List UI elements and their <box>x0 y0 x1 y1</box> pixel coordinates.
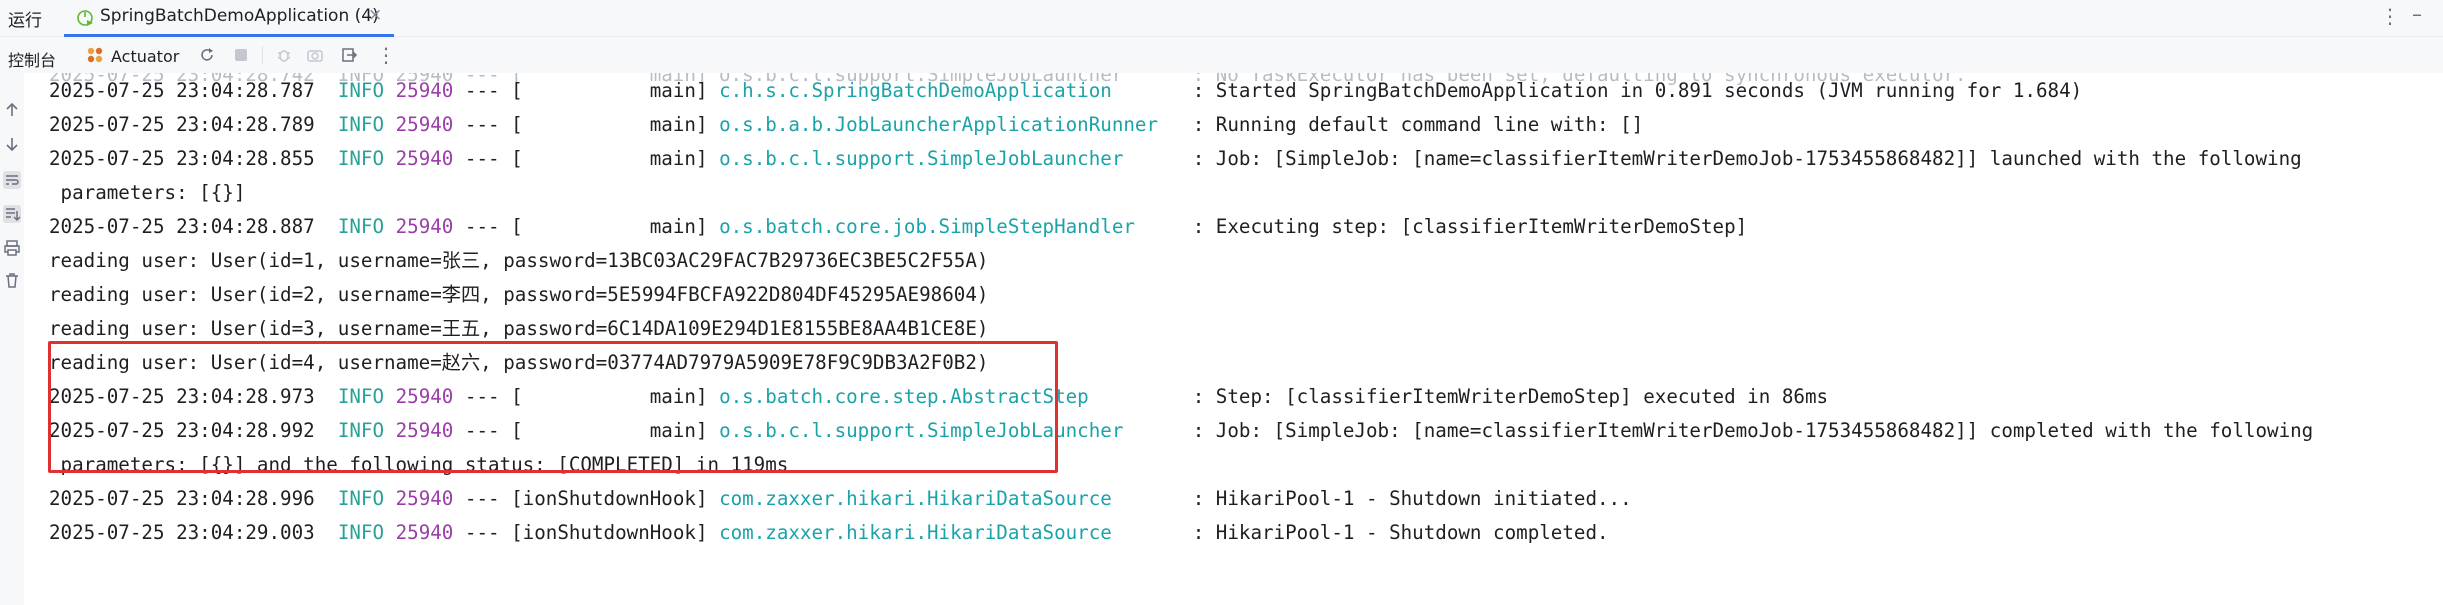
log-level: INFO <box>337 79 385 102</box>
console-line: parameters: [{}] <box>49 176 246 210</box>
console-line: 2025-07-25 23:04:28.789 INFO 25940 --- [… <box>49 108 1643 142</box>
run-toolbar: 控制台 Actuator ⋮ <box>0 37 2443 73</box>
log-logger[interactable]: com.zaxxer.hikari.HikariDataSource <box>719 521 1181 544</box>
log-text: reading user: User(id=1, username=张三, pa… <box>49 249 989 272</box>
log-timestamp: 2025-07-25 23:04:28.787 <box>49 79 315 102</box>
log-text: reading user: User(id=3, username=王五, pa… <box>49 317 989 340</box>
log-message: : HikariPool-1 - Shutdown completed. <box>1181 521 1609 544</box>
log-level: INFO <box>337 521 385 544</box>
scroll-to-end-icon[interactable] <box>3 205 21 223</box>
console-line: reading user: User(id=1, username=张三, pa… <box>49 244 988 278</box>
camera-icon[interactable] <box>306 46 324 64</box>
console-line: 2025-07-25 23:04:28.787 INFO 25940 --- [… <box>49 74 2082 108</box>
exit-icon[interactable] <box>340 46 358 64</box>
debug-icon[interactable] <box>275 46 293 64</box>
log-timestamp: 2025-07-25 23:04:28.887 <box>49 215 315 238</box>
console-line: reading user: User(id=2, username=李四, pa… <box>49 278 988 312</box>
log-pid: 25940 <box>395 487 454 510</box>
arrow-down-icon[interactable] <box>3 135 21 153</box>
log-thread: --- [ main] <box>453 215 720 238</box>
more-options-icon[interactable]: ⋮ <box>2380 4 2400 28</box>
log-logger[interactable]: o.s.b.c.l.support.SimpleJobLauncher <box>719 147 1181 170</box>
log-thread: --- [ionShutdownHook] <box>453 521 720 544</box>
log-text: reading user: User(id=2, username=李四, pa… <box>49 283 989 306</box>
stop-icon[interactable] <box>232 46 250 64</box>
log-level: INFO <box>337 113 385 136</box>
log-level: INFO <box>337 215 385 238</box>
close-icon[interactable]: × <box>368 5 382 25</box>
tab-label: SpringBatchDemoApplication (4) <box>100 6 379 26</box>
log-timestamp: 2025-07-25 23:04:28.855 <box>49 147 315 170</box>
log-timestamp: 2025-07-25 23:04:29.003 <box>49 521 315 544</box>
console-line: 2025-07-25 23:04:28.855 INFO 25940 --- [… <box>49 142 2302 176</box>
console-output[interactable]: 2025-07-25 23:04:28.742 INFO 25940 --- [… <box>24 73 2443 605</box>
spring-boot-run-icon <box>77 10 93 26</box>
tab-spring-batch-demo[interactable]: SpringBatchDemoApplication (4) × <box>64 0 394 37</box>
log-timestamp: 2025-07-25 23:04:28.789 <box>49 113 315 136</box>
more-options-icon[interactable]: ⋮ <box>376 43 396 67</box>
log-text: parameters: [{}] <box>49 181 246 204</box>
log-pid: 25940 <box>395 79 454 102</box>
log-message: : Step: [classifierItemWriterDemoStep] e… <box>1181 385 1829 408</box>
log-message: : HikariPool-1 - Shutdown initiated... <box>1181 487 1632 510</box>
tab-console[interactable]: 控制台 <box>8 47 56 71</box>
log-logger[interactable]: com.zaxxer.hikari.HikariDataSource <box>719 487 1181 510</box>
log-pid: 25940 <box>395 521 454 544</box>
log-thread: --- [ionShutdownHook] <box>453 487 720 510</box>
log-message: : Job: [SimpleJob: [name=classifierItemW… <box>1181 419 2314 442</box>
log-message: : Job: [SimpleJob: [name=classifierItemW… <box>1181 147 2302 170</box>
console-line: 2025-07-25 23:04:29.003 INFO 25940 --- [… <box>49 516 1609 550</box>
tool-window-header: 运行 SpringBatchDemoApplication (4) × ⋮ – <box>0 0 2443 37</box>
log-message: : Executing step: [classifierItemWriterD… <box>1181 215 1748 238</box>
actuator-icon <box>87 47 103 63</box>
log-logger[interactable]: o.s.batch.core.job.SimpleStepHandler <box>719 215 1181 238</box>
toolbar-separator <box>262 46 263 64</box>
log-thread: --- [ main] <box>453 147 720 170</box>
log-pid: 25940 <box>395 147 454 170</box>
trash-icon[interactable] <box>3 271 21 289</box>
run-window-title: 运行 <box>8 11 42 31</box>
console-line: 2025-07-25 23:04:28.887 INFO 25940 --- [… <box>49 210 1747 244</box>
log-pid: 25940 <box>395 215 454 238</box>
highlight-annotation-box <box>48 341 1058 473</box>
log-thread: --- [ main] <box>453 79 720 102</box>
rerun-icon[interactable] <box>198 46 216 64</box>
log-level: INFO <box>337 487 385 510</box>
log-thread: --- [ main] <box>453 113 720 136</box>
log-logger[interactable]: c.h.s.c.SpringBatchDemoApplication <box>719 79 1181 102</box>
console-line: 2025-07-25 23:04:28.996 INFO 25940 --- [… <box>49 482 1632 516</box>
log-level: INFO <box>337 147 385 170</box>
soft-wrap-icon[interactable] <box>3 171 21 189</box>
print-icon[interactable] <box>3 239 21 257</box>
tab-actuator[interactable]: Actuator <box>111 47 179 66</box>
log-logger[interactable]: o.s.b.a.b.JobLauncherApplicationRunner <box>719 113 1181 136</box>
log-pid: 25940 <box>395 113 454 136</box>
log-message: : Running default command line with: [] <box>1181 113 1644 136</box>
minimize-icon[interactable]: – <box>2412 2 2422 26</box>
arrow-up-icon[interactable] <box>3 101 21 119</box>
console-side-toolbar <box>0 73 24 605</box>
log-message: : Started SpringBatchDemoApplication in … <box>1181 79 2083 102</box>
log-timestamp: 2025-07-25 23:04:28.996 <box>49 487 315 510</box>
